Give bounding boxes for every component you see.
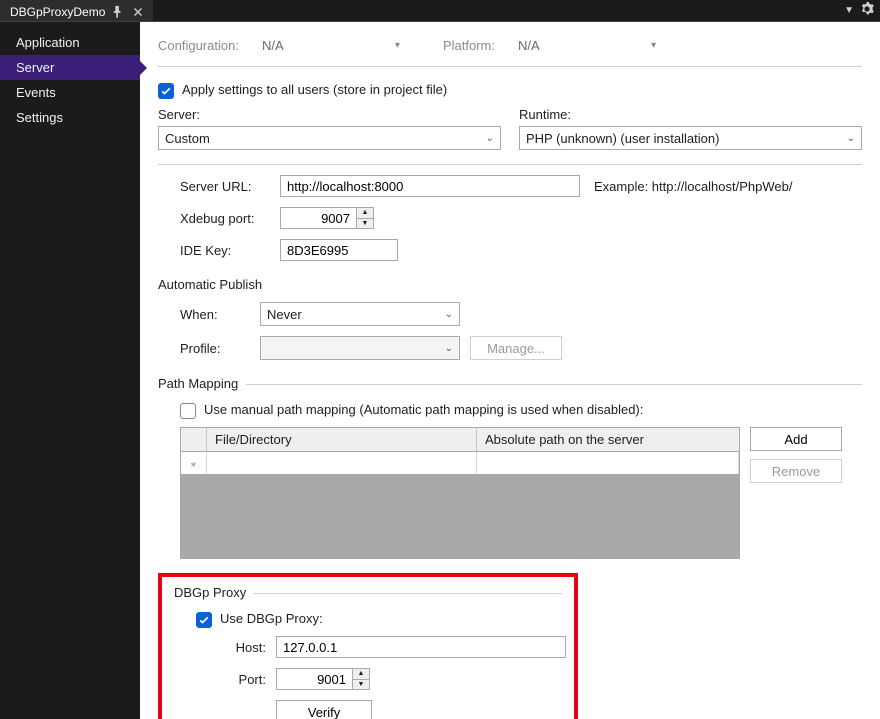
when-select-value: Never <box>267 307 302 322</box>
chevron-down-icon: ▾ <box>395 40 400 51</box>
tab-overflow-icon[interactable]: ▼ <box>844 5 854 16</box>
idekey-label: IDE Key: <box>180 243 270 258</box>
document-tab-title: DBGpProxyDemo <box>10 5 105 19</box>
chevron-down-icon: ⌄ <box>445 309 453 320</box>
document-tab-strip: DBGpProxyDemo ▼ <box>0 0 880 22</box>
platform-value: N/A <box>518 38 540 53</box>
manual-mapping-label: Use manual path mapping (Automatic path … <box>204 402 643 417</box>
spinner-up-icon[interactable]: ▲ <box>353 669 369 680</box>
xdebug-port-stepper[interactable]: ▲ ▼ <box>280 207 378 229</box>
dbgp-port-input[interactable] <box>276 668 352 690</box>
server-url-example: Example: http://localhost/PhpWeb/ <box>594 179 792 194</box>
platform-select[interactable]: N/A ▾ <box>511 34 663 56</box>
dbgp-host-input[interactable] <box>276 636 566 658</box>
runtime-select[interactable]: PHP (unknown) (user installation) ⌄ <box>519 126 862 150</box>
automatic-publish-title: Automatic Publish <box>158 277 262 292</box>
dbgp-proxy-highlight: DBGp Proxy Use DBGp Proxy: Host: Port: ▲… <box>158 573 578 719</box>
profile-label: Profile: <box>180 341 250 356</box>
sidenav-item-label: Server <box>16 60 54 75</box>
server-select-value: Custom <box>165 131 210 146</box>
use-dbgp-proxy-checkbox[interactable] <box>196 612 212 628</box>
use-dbgp-proxy-label: Use DBGp Proxy: <box>220 611 323 626</box>
verify-button[interactable]: Verify <box>276 700 372 719</box>
server-select[interactable]: Custom ⌄ <box>158 126 501 150</box>
sidenav-item-application[interactable]: Application <box>0 30 140 55</box>
when-select[interactable]: Never ⌄ <box>260 302 460 326</box>
sidenav-item-label: Events <box>16 85 56 100</box>
runtime-select-value: PHP (unknown) (user installation) <box>526 131 719 146</box>
idekey-input[interactable] <box>280 239 398 261</box>
side-nav: Application Server Events Settings <box>0 22 140 719</box>
table-col-abspath: Absolute path on the server <box>477 428 739 451</box>
chevron-down-icon: ⌄ <box>486 133 494 144</box>
apply-all-checkbox[interactable] <box>158 83 174 99</box>
xdebug-port-label: Xdebug port: <box>180 211 270 226</box>
gear-icon[interactable] <box>860 2 874 19</box>
path-mapping-table[interactable]: File/Directory Absolute path on the serv… <box>180 427 740 559</box>
dbgp-proxy-title: DBGp Proxy <box>174 585 246 600</box>
manage-button[interactable]: Manage... <box>470 336 562 360</box>
document-tab[interactable]: DBGpProxyDemo <box>0 0 153 21</box>
chevron-down-icon: ⌄ <box>445 343 453 354</box>
configuration-label: Configuration: <box>158 38 239 53</box>
chevron-down-icon: ▾ <box>651 40 656 51</box>
profile-select[interactable]: ⌄ <box>260 336 460 360</box>
spinner-down-icon[interactable]: ▼ <box>353 680 369 690</box>
sidenav-item-label: Settings <box>16 110 63 125</box>
dbgp-port-stepper[interactable]: ▲ ▼ <box>276 668 374 690</box>
sidenav-item-settings[interactable]: Settings <box>0 105 140 130</box>
new-row-icon: ⁎ <box>181 452 207 474</box>
close-icon[interactable] <box>131 5 145 19</box>
dbgp-port-label: Port: <box>196 672 266 687</box>
runtime-label: Runtime: <box>519 107 862 122</box>
spinner-down-icon[interactable]: ▼ <box>357 219 373 229</box>
platform-label: Platform: <box>443 38 495 53</box>
spinner-up-icon[interactable]: ▲ <box>357 208 373 219</box>
when-label: When: <box>180 307 250 322</box>
table-header: File/Directory Absolute path on the serv… <box>181 428 739 452</box>
configuration-value: N/A <box>262 38 284 53</box>
server-url-label: Server URL: <box>180 179 270 194</box>
sidenav-item-server[interactable]: Server <box>0 55 140 80</box>
sidenav-item-label: Application <box>16 35 80 50</box>
table-col-file: File/Directory <box>207 428 477 451</box>
add-button[interactable]: Add <box>750 427 842 451</box>
table-empty-area <box>181 474 739 558</box>
sidenav-item-events[interactable]: Events <box>0 80 140 105</box>
xdebug-port-input[interactable] <box>280 207 356 229</box>
table-row[interactable]: ⁎ <box>181 452 739 474</box>
path-mapping-title: Path Mapping <box>158 376 238 391</box>
server-label: Server: <box>158 107 501 122</box>
pin-icon[interactable] <box>111 5 125 19</box>
remove-button[interactable]: Remove <box>750 459 842 483</box>
server-url-input[interactable] <box>280 175 580 197</box>
content-panel: Configuration: N/A ▾ Platform: N/A ▾ App… <box>140 22 880 719</box>
apply-all-label: Apply settings to all users (store in pr… <box>182 82 447 97</box>
dbgp-host-label: Host: <box>196 640 266 655</box>
configuration-select[interactable]: N/A ▾ <box>255 34 407 56</box>
chevron-down-icon: ⌄ <box>847 133 855 144</box>
manual-mapping-checkbox[interactable] <box>180 403 196 419</box>
